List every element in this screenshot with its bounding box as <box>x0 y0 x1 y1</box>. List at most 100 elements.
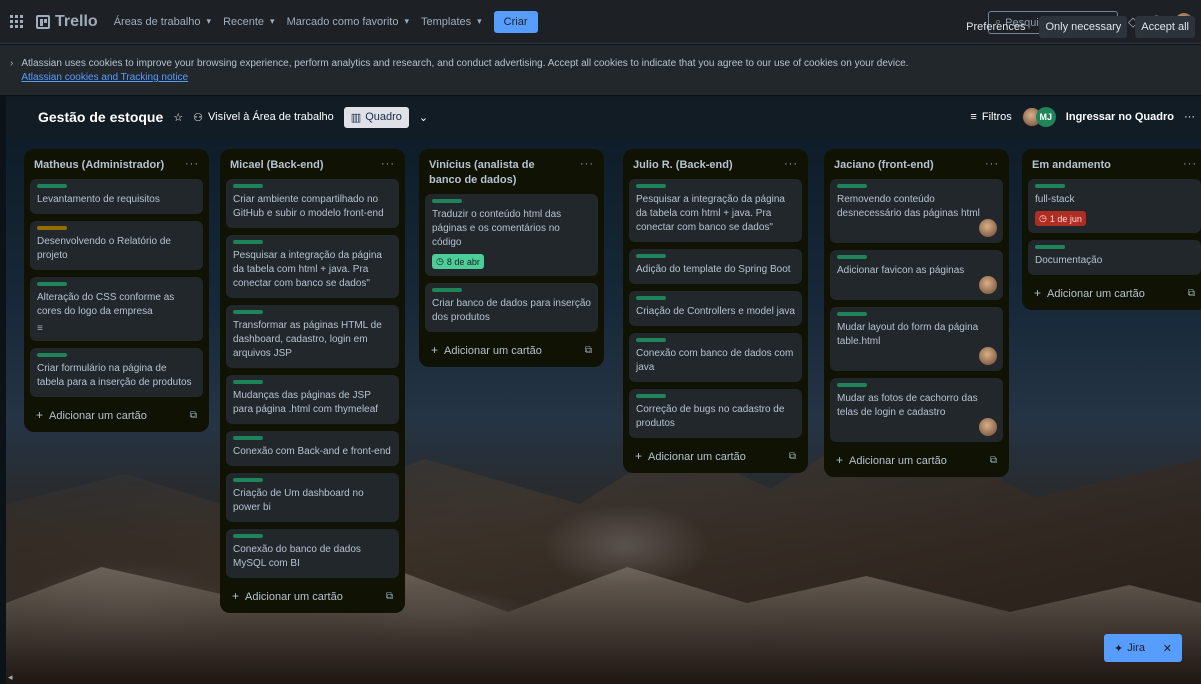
join-board-button[interactable]: Ingressar no Quadro <box>1066 111 1174 123</box>
close-icon[interactable]: ✕ <box>1163 642 1172 655</box>
card-label[interactable] <box>636 394 666 398</box>
list-title[interactable]: Matheus (Administrador) <box>34 158 174 173</box>
card-label[interactable] <box>233 380 263 384</box>
card[interactable]: Criação de Controllers e model java <box>629 291 802 326</box>
board-menu-icon[interactable]: ··· <box>1184 111 1195 123</box>
preferences-button[interactable]: Preferences <box>960 16 1031 38</box>
card[interactable]: Desenvolvendo o Relatório de projeto <box>30 221 203 270</box>
card[interactable]: Traduzir o conteúdo html das páginas e o… <box>425 194 598 276</box>
card[interactable]: Adição do template do Spring Boot <box>629 249 802 284</box>
card[interactable]: Documentação <box>1028 240 1201 275</box>
add-card-button[interactable]: + Adicionar um cartão ⧉ <box>830 449 1003 469</box>
card-label[interactable] <box>37 353 67 357</box>
card[interactable]: Conexão com Back-and e front-end <box>226 431 399 466</box>
card-label[interactable] <box>37 184 67 188</box>
add-card-button[interactable]: + Adicionar um cartão ⧉ <box>1028 282 1201 302</box>
nav-templates[interactable]: Templates ▾ <box>421 16 482 28</box>
card-label[interactable] <box>233 534 263 538</box>
accept-all-button[interactable]: Accept all <box>1135 16 1195 38</box>
nav-recent[interactable]: Recente ▾ <box>223 16 275 28</box>
board-view-button[interactable]: ▥ Quadro <box>343 106 409 128</box>
add-card-button[interactable]: + Adicionar um cartão ⧉ <box>30 404 203 424</box>
card[interactable]: Criar formulário na página de tabela par… <box>30 348 203 397</box>
card[interactable]: Removendo conteúdo desnecessário das pág… <box>830 179 1003 243</box>
card[interactable]: full-stack ◷ 1 de jun <box>1028 179 1201 233</box>
card[interactable]: Mudanças das páginas de JSP para página … <box>226 375 399 424</box>
card-label[interactable] <box>1035 184 1065 188</box>
card[interactable]: Transformar as páginas HTML de dashboard… <box>226 305 399 368</box>
list-menu-icon[interactable]: ··· <box>580 158 594 170</box>
add-card-button[interactable]: + Adicionar um cartão ⧉ <box>425 339 598 359</box>
card-template-icon[interactable]: ⧉ <box>990 455 997 466</box>
member-avatar-initials[interactable]: MJ <box>1035 107 1056 127</box>
card-label[interactable] <box>37 282 67 286</box>
card[interactable]: Criação de Um dashboard no power bi <box>226 473 399 522</box>
card-label[interactable] <box>837 184 867 188</box>
visibility-button[interactable]: ⚇ Visível à Área de trabalho <box>193 111 334 124</box>
nav-workspaces[interactable]: Áreas de trabalho ▾ <box>114 16 211 28</box>
board-title[interactable]: Gestão de estoque <box>38 109 163 125</box>
card-label[interactable] <box>636 338 666 342</box>
card[interactable]: Levantamento de requisitos <box>30 179 203 214</box>
card-label[interactable] <box>233 240 263 244</box>
card[interactable]: Mudar layout do form da página table.htm… <box>830 307 1003 371</box>
list-title[interactable]: Micael (Back-end) <box>230 158 370 173</box>
card-label[interactable] <box>432 199 462 203</box>
card[interactable]: Adicionar favicon as páginas <box>830 250 1003 300</box>
app-switcher-icon[interactable] <box>10 14 24 29</box>
only-necessary-button[interactable]: Only necessary <box>1039 16 1128 38</box>
card-member-avatar[interactable] <box>979 347 997 365</box>
card[interactable]: Conexão com banco de dados com java <box>629 333 802 382</box>
card-label[interactable] <box>233 310 263 314</box>
card[interactable]: Pesquisar a integração da página da tabe… <box>226 235 399 298</box>
card-member-avatar[interactable] <box>979 418 997 436</box>
card-label[interactable] <box>636 254 666 258</box>
star-icon[interactable]: ☆ <box>173 111 183 124</box>
card-template-icon[interactable]: ⧉ <box>1188 288 1195 299</box>
card-label[interactable] <box>636 296 666 300</box>
list-menu-icon[interactable]: ··· <box>784 158 798 170</box>
card[interactable]: Pesquisar a integração da página da tabe… <box>629 179 802 242</box>
card-label[interactable] <box>1035 245 1065 249</box>
card-member-avatar[interactable] <box>979 276 997 294</box>
card-label[interactable] <box>837 255 867 259</box>
card[interactable]: Mudar as fotos de cachorro das telas de … <box>830 378 1003 442</box>
trello-logo[interactable]: Trello <box>36 13 98 31</box>
card-label[interactable] <box>432 288 462 292</box>
list-title[interactable]: Em andamento <box>1032 158 1172 173</box>
cookie-notice-link[interactable]: Atlassian cookies and Tracking notice <box>21 72 188 83</box>
scroll-left-icon[interactable]: ◂ <box>8 672 13 683</box>
view-switcher-chevron-icon[interactable]: ⌄ <box>419 111 428 124</box>
card-label[interactable] <box>233 478 263 482</box>
list-menu-icon[interactable]: ··· <box>185 158 199 170</box>
card-label[interactable] <box>636 184 666 188</box>
board-members[interactable]: MJ <box>1021 107 1056 127</box>
list-title[interactable]: Julio R. (Back-end) <box>633 158 773 173</box>
list-menu-icon[interactable]: ··· <box>381 158 395 170</box>
list-title[interactable]: Vinícius (analista de banco de dados) <box>429 158 569 188</box>
card-label[interactable] <box>837 312 867 316</box>
card-label[interactable] <box>37 226 67 230</box>
card-label[interactable] <box>233 436 263 440</box>
nav-starred[interactable]: Marcado como favorito ▾ <box>287 16 409 28</box>
card-member-avatar[interactable] <box>979 219 997 237</box>
add-card-button[interactable]: + Adicionar um cartão ⧉ <box>629 445 802 465</box>
card[interactable]: Criar banco de dados para inserção dos p… <box>425 283 598 332</box>
due-date-badge[interactable]: ◷ 8 de abr <box>432 254 484 269</box>
create-button[interactable]: Criar <box>493 10 538 33</box>
card[interactable]: Criar ambiente compartilhado no GitHub e… <box>226 179 399 228</box>
card[interactable]: Conexão do banco de dados MySQL com BI <box>226 529 399 578</box>
card-template-icon[interactable]: ⧉ <box>585 345 592 356</box>
card[interactable]: Correção de bugs no cadastro de produtos <box>629 389 802 438</box>
list-menu-icon[interactable]: ··· <box>1183 158 1197 170</box>
card[interactable]: Alteração do CSS conforme as cores do lo… <box>30 277 203 341</box>
card-template-icon[interactable]: ⧉ <box>190 410 197 421</box>
add-card-button[interactable]: + Adicionar um cartão ⧉ <box>226 585 399 605</box>
card-label[interactable] <box>233 184 263 188</box>
due-date-badge[interactable]: ◷ 1 de jun <box>1035 211 1086 226</box>
card-template-icon[interactable]: ⧉ <box>386 591 393 602</box>
jira-button[interactable]: ✦ Jira ✕ <box>1104 634 1182 662</box>
list-title[interactable]: Jaciano (front-end) <box>834 158 974 173</box>
list-menu-icon[interactable]: ··· <box>985 158 999 170</box>
filters-button[interactable]: ≡ Filtros <box>970 111 1011 123</box>
